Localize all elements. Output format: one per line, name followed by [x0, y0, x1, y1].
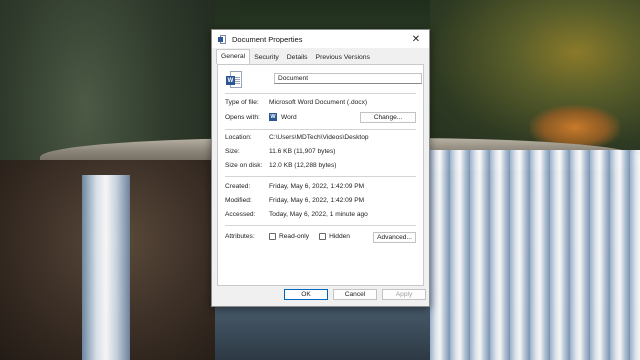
size-value: 11.6 KB (11,907 bytes) — [269, 148, 336, 155]
tab-general[interactable]: General — [216, 49, 251, 64]
attributes-label: Attributes: — [225, 233, 255, 240]
modified-label: Modified: — [225, 197, 252, 204]
advanced-button[interactable]: Advanced... — [373, 232, 416, 243]
hidden-checkbox[interactable]: Hidden — [319, 233, 350, 240]
location-label: Location: — [225, 134, 252, 141]
wallpaper-waterfall-right — [430, 150, 640, 360]
opens-with-label: Opens with: — [225, 113, 260, 121]
size-label: Size: — [225, 148, 240, 155]
word-app-icon: W — [269, 113, 277, 121]
tab-security[interactable]: Security — [250, 52, 283, 64]
attributes-row: Attributes: Read-only Hidden — [225, 233, 360, 240]
divider — [225, 93, 416, 94]
wallpaper-waterfall-left — [82, 175, 130, 360]
title-bar[interactable]: Document Properties ✕ — [212, 30, 429, 48]
size-row: Size: 11.6 KB (11,907 bytes) — [225, 148, 335, 155]
created-row: Created: Friday, May 6, 2022, 1:42:09 PM — [225, 183, 364, 190]
divider — [225, 129, 416, 130]
tab-strip: General Security Details Previous Versio… — [216, 49, 425, 64]
read-only-checkbox[interactable]: Read-only — [269, 233, 309, 240]
divider — [225, 225, 416, 226]
tab-details[interactable]: Details — [283, 52, 312, 64]
properties-dialog: Document Properties ✕ General Security D… — [211, 29, 430, 307]
checkbox-box[interactable] — [319, 233, 327, 240]
word-document-icon: W — [226, 71, 242, 88]
size-on-disk-row: Size on disk: 12.0 KB (12,288 bytes) — [225, 162, 336, 169]
window-title: Document Properties — [232, 34, 303, 44]
size-on-disk-value: 12.0 KB (12,288 bytes) — [269, 162, 337, 169]
divider — [225, 176, 416, 177]
modified-row: Modified: Friday, May 6, 2022, 1:42:09 P… — [225, 197, 364, 204]
size-on-disk-label: Size on disk: — [225, 162, 263, 169]
type-value: Microsoft Word Document (.docx) — [269, 99, 368, 106]
accessed-value: Today, May 6, 2022, 1 minute ago — [269, 211, 368, 218]
opens-with-value: Word — [281, 113, 297, 121]
close-button[interactable]: ✕ — [409, 32, 423, 46]
word-document-icon — [218, 34, 227, 44]
tab-previous-versions[interactable]: Previous Versions — [312, 52, 374, 64]
ok-button[interactable]: OK — [284, 289, 328, 300]
read-only-label: Read-only — [279, 233, 310, 240]
hidden-label: Hidden — [329, 233, 350, 240]
general-panel: W Type of file: Microsoft Word Document … — [217, 64, 424, 286]
type-row: Type of file: Microsoft Word Document (.… — [225, 99, 367, 106]
location-row: Location: C:\Users\MDTech\Videos\Desktop — [225, 134, 369, 141]
location-value: C:\Users\MDTech\Videos\Desktop — [269, 134, 369, 141]
created-label: Created: — [225, 183, 251, 190]
type-label: Type of file: — [225, 99, 259, 106]
modified-value: Friday, May 6, 2022, 1:42:09 PM — [269, 197, 365, 204]
wallpaper-pool — [215, 300, 430, 360]
opens-with-row: Opens with: W Word — [225, 113, 297, 121]
accessed-label: Accessed: — [225, 211, 256, 218]
cancel-button[interactable]: Cancel — [333, 289, 377, 300]
dialog-footer: OK Cancel Apply — [212, 284, 429, 306]
apply-button[interactable]: Apply — [382, 289, 426, 300]
created-value: Friday, May 6, 2022, 1:42:09 PM — [269, 183, 365, 190]
checkbox-box[interactable] — [269, 233, 276, 240]
file-name-input[interactable] — [274, 73, 422, 84]
accessed-row: Accessed: Today, May 6, 2022, 1 minute a… — [225, 211, 368, 218]
change-button[interactable]: Change... — [360, 112, 416, 123]
